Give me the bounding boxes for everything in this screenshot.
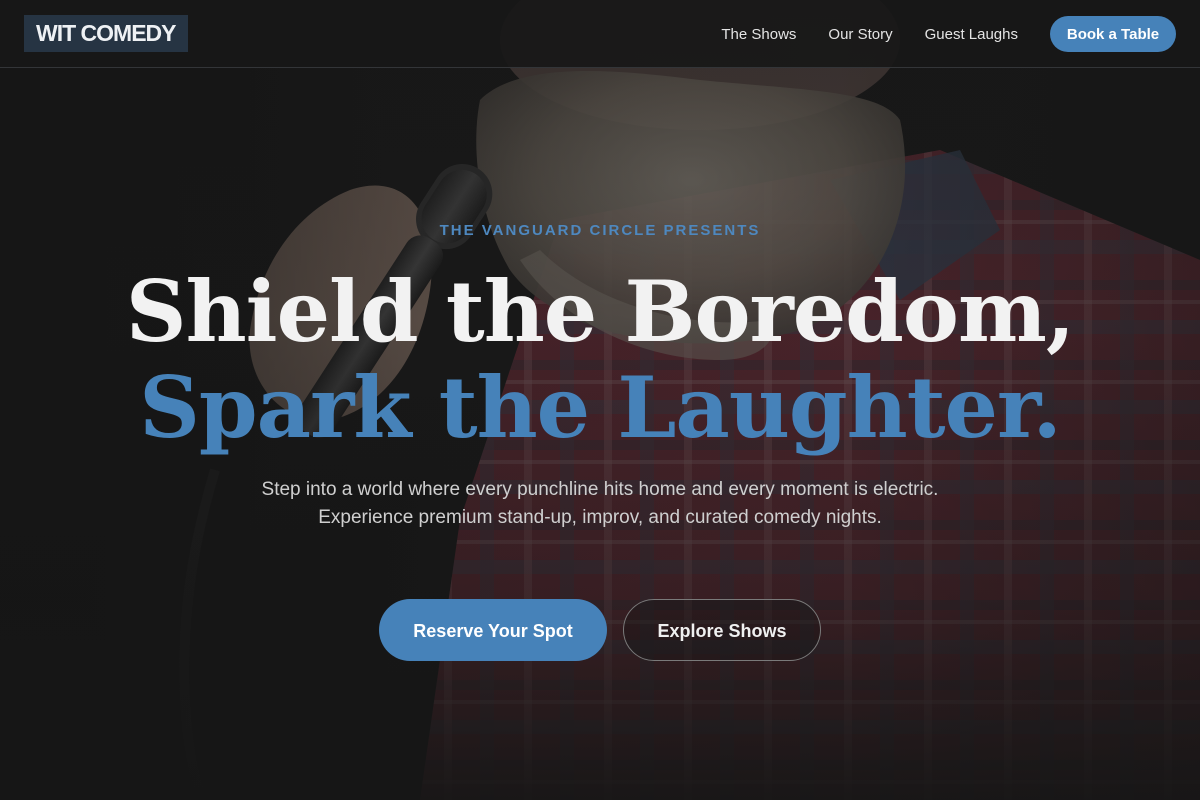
landing-page: WIT COMEDY The Shows Our Story Guest Lau…	[0, 0, 1200, 800]
navbar: WIT COMEDY The Shows Our Story Guest Lau…	[0, 0, 1200, 68]
nav-link-our-story[interactable]: Our Story	[828, 26, 892, 43]
nav-link-the-shows[interactable]: The Shows	[721, 26, 796, 43]
hero-eyebrow: THE VANGUARD CIRCLE PRESENTS	[439, 222, 761, 239]
explore-shows-button[interactable]: Explore Shows	[623, 599, 821, 661]
reserve-spot-button[interactable]: Reserve Your Spot	[379, 599, 607, 661]
hero-section: THE VANGUARD CIRCLE PRESENTS Shield the …	[0, 0, 1200, 800]
brand-logo[interactable]: WIT COMEDY	[24, 15, 188, 52]
book-table-button[interactable]: Book a Table	[1050, 16, 1176, 52]
nav-links: The Shows Our Story Guest Laughs	[721, 0, 1018, 68]
hero-headline-line1: Shield the Boredom,	[125, 262, 1075, 361]
hero-subtext: Step into a world where every punchline …	[261, 479, 939, 528]
hero-headline-line2: Spark the Laughter.	[139, 358, 1062, 457]
nav-link-guest-laughs[interactable]: Guest Laughs	[925, 26, 1018, 43]
